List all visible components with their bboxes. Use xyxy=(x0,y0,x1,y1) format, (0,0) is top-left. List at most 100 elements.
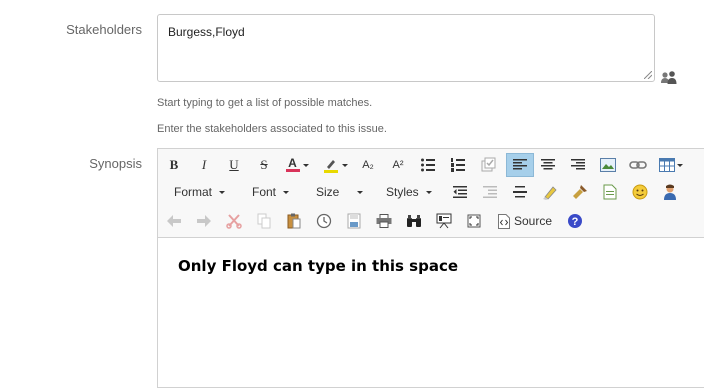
resize-handle-icon[interactable] xyxy=(644,71,652,79)
chevron-down-icon xyxy=(283,190,290,194)
stakeholders-input[interactable]: Burgess,Floyd xyxy=(157,14,655,82)
outdent-icon xyxy=(453,186,467,198)
maximize-icon xyxy=(467,214,481,228)
save-icon xyxy=(347,213,361,229)
remove-format-button[interactable] xyxy=(538,180,562,204)
numbered-list-button[interactable] xyxy=(446,153,470,177)
text-color-icon: A xyxy=(288,156,297,170)
chevron-down-icon xyxy=(425,190,432,194)
link-icon xyxy=(629,161,647,169)
editor-toolbar: B I U S A A₂ A² Format Font Size Styles … xyxy=(158,149,704,238)
chevron-down-icon xyxy=(219,190,226,194)
clock-icon xyxy=(316,213,332,229)
text-color-button[interactable]: A xyxy=(282,153,312,177)
font-dropdown-label: Font xyxy=(252,185,277,199)
source-button-label: Source xyxy=(514,214,553,228)
copy-icon xyxy=(257,213,271,229)
indent-icon xyxy=(483,186,497,198)
printer-icon xyxy=(376,214,392,228)
people-picker-icon[interactable] xyxy=(660,70,678,86)
styles-dropdown[interactable]: Styles xyxy=(386,180,432,204)
stakeholders-label: Stakeholders xyxy=(66,22,142,37)
template-button[interactable] xyxy=(598,180,622,204)
help-button[interactable]: ? xyxy=(563,209,587,233)
stakeholders-value: Burgess,Floyd xyxy=(168,25,245,39)
italic-button[interactable]: I xyxy=(192,153,216,177)
paste-button[interactable] xyxy=(282,209,306,233)
italic-icon: I xyxy=(201,157,207,172)
superscript-icon: A² xyxy=(392,159,404,171)
format-dropdown[interactable]: Format xyxy=(174,180,226,204)
source-code-icon xyxy=(498,213,510,229)
eraser-icon xyxy=(543,186,557,200)
size-dropdown[interactable]: Size xyxy=(316,180,364,204)
paint-format-button[interactable] xyxy=(568,180,592,204)
bold-button[interactable]: B xyxy=(162,153,186,177)
strikethrough-button[interactable]: S xyxy=(252,153,276,177)
table-button[interactable] xyxy=(656,153,686,177)
arrow-left-icon xyxy=(167,215,181,227)
horizontal-rule-button[interactable] xyxy=(508,180,532,204)
undo-button[interactable] xyxy=(162,209,186,233)
image-icon xyxy=(600,158,616,172)
editor-content[interactable]: Only Floyd can type in this space xyxy=(178,257,458,275)
numbered-list-icon xyxy=(451,158,465,172)
subscript-button[interactable]: A₂ xyxy=(356,153,380,177)
emoji-button[interactable] xyxy=(628,180,652,204)
format-dropdown-label: Format xyxy=(174,185,213,199)
align-right-button[interactable] xyxy=(566,153,590,177)
fullscreen-button[interactable] xyxy=(462,209,486,233)
highlight-color-button[interactable] xyxy=(320,153,350,177)
underline-icon: U xyxy=(229,157,239,172)
help-icon: ? xyxy=(568,214,582,228)
synopsis-editor[interactable]: B I U S A A₂ A² Format Font Size Styles … xyxy=(157,148,704,388)
source-button[interactable]: Source xyxy=(498,209,552,233)
presentation-button[interactable] xyxy=(432,209,456,233)
binoculars-icon xyxy=(407,215,421,227)
history-button[interactable] xyxy=(312,209,336,233)
align-right-icon xyxy=(571,159,585,170)
bulleted-list-button[interactable] xyxy=(416,153,440,177)
link-button[interactable] xyxy=(626,153,650,177)
synopsis-label: Synopsis xyxy=(89,156,142,171)
checklist-icon xyxy=(481,157,496,172)
bulleted-list-icon xyxy=(421,158,435,172)
svg-text:?: ? xyxy=(572,216,579,228)
align-left-button[interactable] xyxy=(506,153,534,177)
presentation-icon xyxy=(436,213,452,229)
paintbrush-icon xyxy=(573,185,587,199)
superscript-button[interactable]: A² xyxy=(386,153,410,177)
find-button[interactable] xyxy=(402,209,426,233)
strikethrough-icon: S xyxy=(260,157,268,172)
scissors-icon xyxy=(226,214,242,229)
copy-button[interactable] xyxy=(252,209,276,233)
subscript-icon: A₂ xyxy=(362,159,374,171)
redo-button[interactable] xyxy=(192,209,216,233)
print-button[interactable] xyxy=(372,209,396,233)
highlighter-icon xyxy=(323,160,338,173)
checklist-button[interactable] xyxy=(476,153,500,177)
bold-icon: B xyxy=(169,157,179,172)
arrow-right-icon xyxy=(197,215,211,227)
smiley-icon xyxy=(632,184,648,200)
align-center-icon xyxy=(541,159,555,170)
user-mention-button[interactable] xyxy=(658,180,682,204)
image-button[interactable] xyxy=(596,153,620,177)
outdent-button[interactable] xyxy=(448,180,472,204)
stakeholders-help-matches: Start typing to get a list of possible m… xyxy=(157,97,373,109)
user-icon xyxy=(664,184,676,200)
table-icon xyxy=(659,158,675,172)
styles-dropdown-label: Styles xyxy=(386,185,419,199)
save-button[interactable] xyxy=(342,209,366,233)
cut-button[interactable] xyxy=(222,209,246,233)
underline-button[interactable]: U xyxy=(222,153,246,177)
clipboard-icon xyxy=(287,213,301,229)
align-center-button[interactable] xyxy=(536,153,560,177)
horizontal-rule-icon xyxy=(513,186,527,198)
font-dropdown[interactable]: Font xyxy=(252,180,290,204)
stakeholders-help-description: Enter the stakeholders associated to thi… xyxy=(157,123,387,135)
indent-button[interactable] xyxy=(478,180,502,204)
chevron-down-icon xyxy=(357,190,364,194)
document-icon xyxy=(603,184,617,200)
size-dropdown-label: Size xyxy=(316,185,340,199)
